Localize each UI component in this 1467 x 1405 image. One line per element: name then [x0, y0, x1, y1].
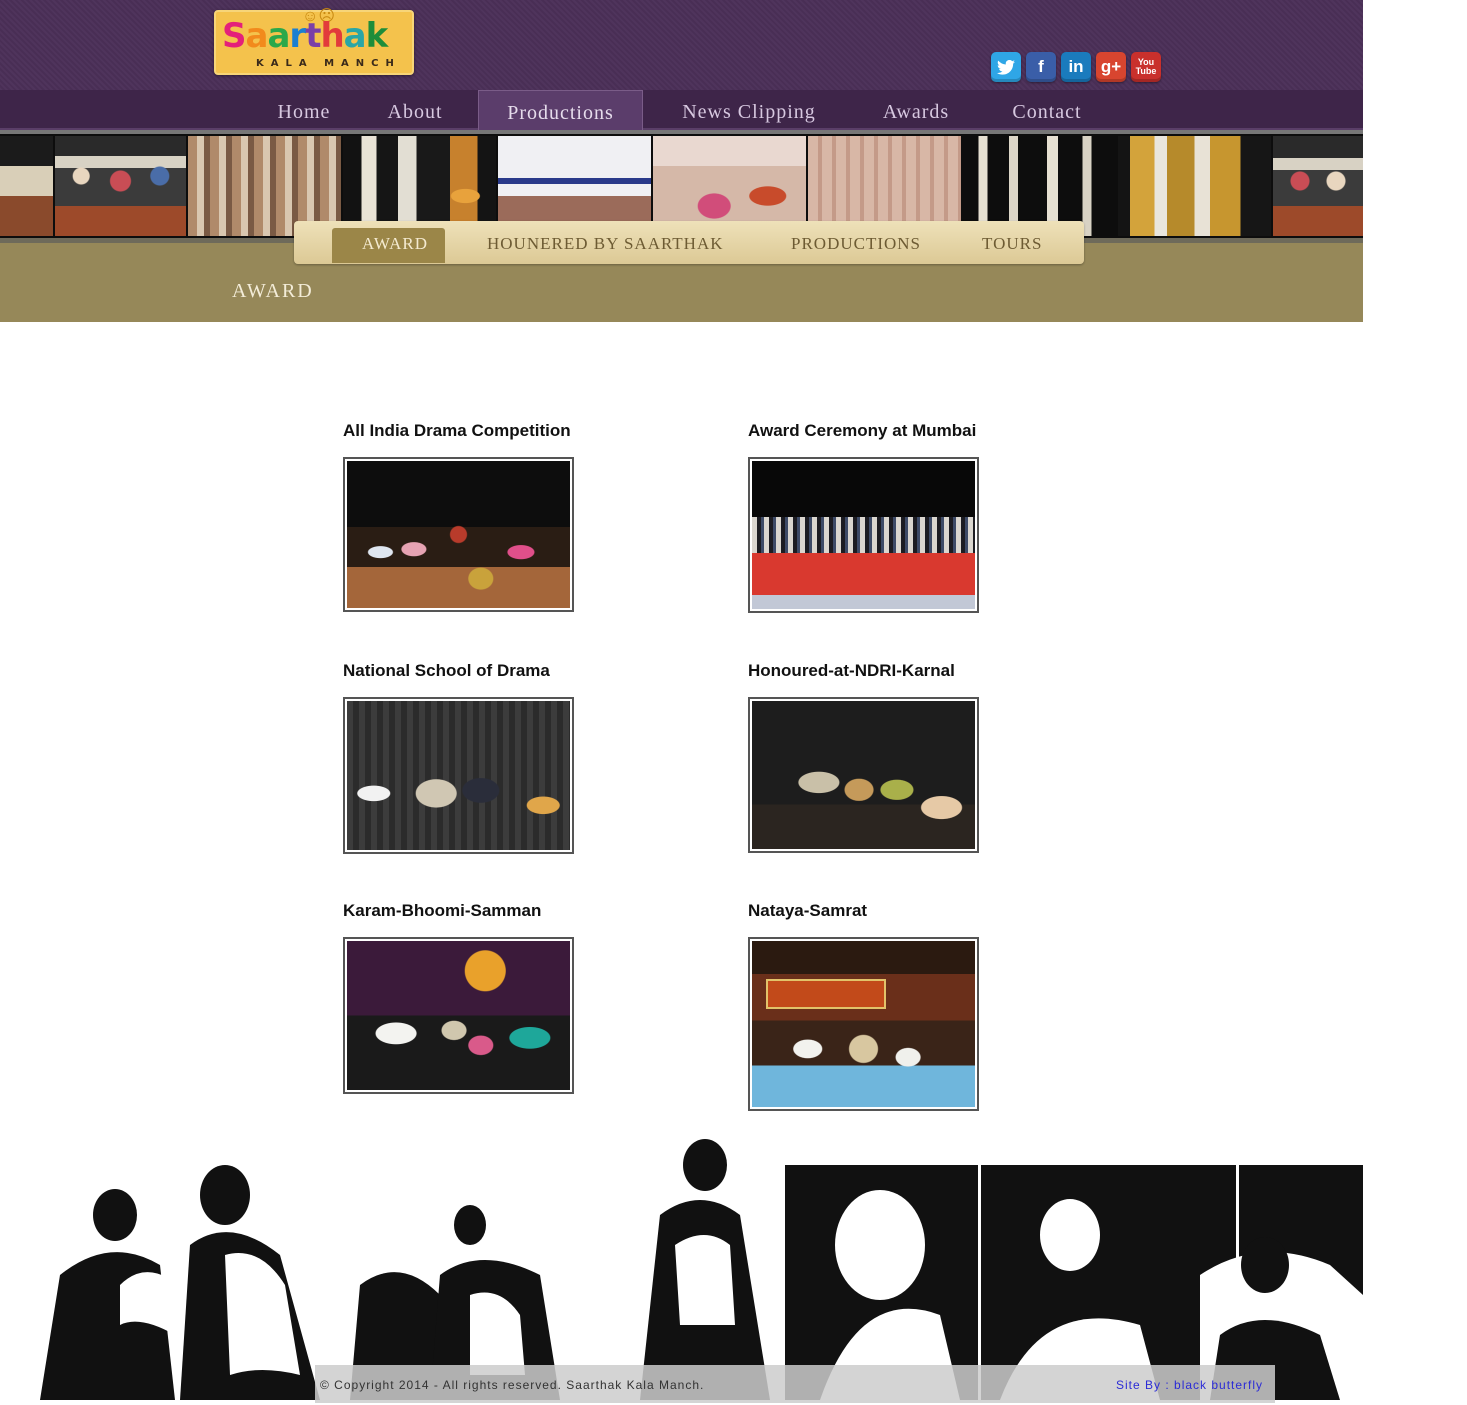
- logo-letter: a: [343, 16, 367, 56]
- logo-letter: t: [305, 16, 321, 56]
- linkedin-icon[interactable]: in: [1061, 52, 1091, 82]
- google-plus-glyph: g+: [1100, 57, 1122, 76]
- award-photo-image: [752, 701, 975, 849]
- award-photo[interactable]: [748, 457, 979, 613]
- nav-home[interactable]: Home: [262, 90, 346, 130]
- award-photo[interactable]: [343, 457, 574, 612]
- submenu-hounered-by-saarthak[interactable]: HOUNERED BY SAARTHAK: [487, 228, 724, 263]
- strip-photo: [55, 136, 186, 236]
- submenu-tours[interactable]: TOURS: [982, 228, 1042, 263]
- nav-contact[interactable]: Contact: [997, 90, 1097, 130]
- award-title: National School of Drama: [343, 661, 550, 680]
- award-photo-image: [347, 701, 570, 850]
- award-photo[interactable]: [343, 937, 574, 1094]
- submenu-productions[interactable]: PRODUCTIONS: [791, 228, 921, 263]
- site-logo[interactable]: ☺☹ S a a r t h a k KALA MANCH: [214, 8, 414, 75]
- nav-about[interactable]: About: [370, 90, 460, 130]
- award-banner: [766, 979, 886, 1009]
- youtube-icon[interactable]: You Tube: [1131, 52, 1161, 82]
- award-photo-image: [752, 461, 975, 609]
- copyright-text: © Copyright 2014 - All rights reserved. …: [320, 1378, 705, 1392]
- nav-productions[interactable]: Productions: [478, 90, 643, 130]
- award-title: Honoured-at-NDRI-Karnal: [748, 661, 955, 680]
- linkedin-glyph: in: [1068, 57, 1084, 76]
- logo-subtitle: KALA MANCH: [256, 58, 401, 69]
- stage-backdrop: [752, 461, 975, 518]
- youtube-glyph: You Tube: [1135, 57, 1157, 76]
- logo-letter: a: [267, 16, 290, 56]
- site-header: ☺☹ S a a r t h a k KALA MANCH f in g+ Yo…: [0, 0, 1363, 90]
- page-title: AWARD: [232, 280, 314, 302]
- submenu-award[interactable]: AWARD: [332, 228, 445, 263]
- strip-photo: [0, 136, 53, 236]
- twitter-icon[interactable]: [991, 52, 1021, 82]
- logo-letter: r: [289, 16, 306, 56]
- logo-letter: S: [222, 16, 246, 56]
- logo-wordmark: S a a r t h a k: [222, 16, 389, 56]
- nav-awards[interactable]: Awards: [866, 90, 966, 130]
- site-credit-link[interactable]: Site By : black butterfly: [1116, 1378, 1263, 1392]
- facebook-icon[interactable]: f: [1026, 52, 1056, 82]
- facebook-glyph: f: [1038, 57, 1044, 76]
- strip-photo: [1273, 136, 1363, 236]
- award-title: Award Ceremony at Mumbai: [748, 421, 977, 440]
- logo-letter: a: [245, 16, 269, 56]
- footer-silhouette-graphic: [40, 1139, 1363, 1400]
- google-plus-icon[interactable]: g+: [1096, 52, 1126, 82]
- social-links: f in g+ You Tube: [991, 52, 1161, 82]
- award-title: Nataya-Samrat: [748, 901, 868, 920]
- award-photo[interactable]: [748, 937, 979, 1111]
- logo-letter: h: [320, 16, 344, 56]
- footer-silhouette-art: [0, 1135, 1363, 1400]
- award-photo[interactable]: [343, 697, 574, 854]
- award-photo-image: [752, 941, 975, 1107]
- award-title: Karam-Bhoomi-Samman: [343, 901, 542, 920]
- logo-letter: k: [365, 16, 389, 56]
- stage-floor: [752, 552, 975, 609]
- award-submenu: AWARD HOUNERED BY SAARTHAK PRODUCTIONS T…: [294, 221, 1084, 264]
- twitter-bird-glyph: [997, 59, 1015, 75]
- strip-photo: [1118, 136, 1271, 236]
- main-nav: Home About Productions News Clipping Awa…: [0, 90, 1363, 130]
- award-photo-image: [347, 941, 570, 1090]
- award-title: All India Drama Competition: [343, 421, 571, 440]
- nav-news-clipping[interactable]: News Clipping: [665, 90, 833, 130]
- award-photo-image: [347, 461, 570, 608]
- award-photo[interactable]: [748, 697, 979, 853]
